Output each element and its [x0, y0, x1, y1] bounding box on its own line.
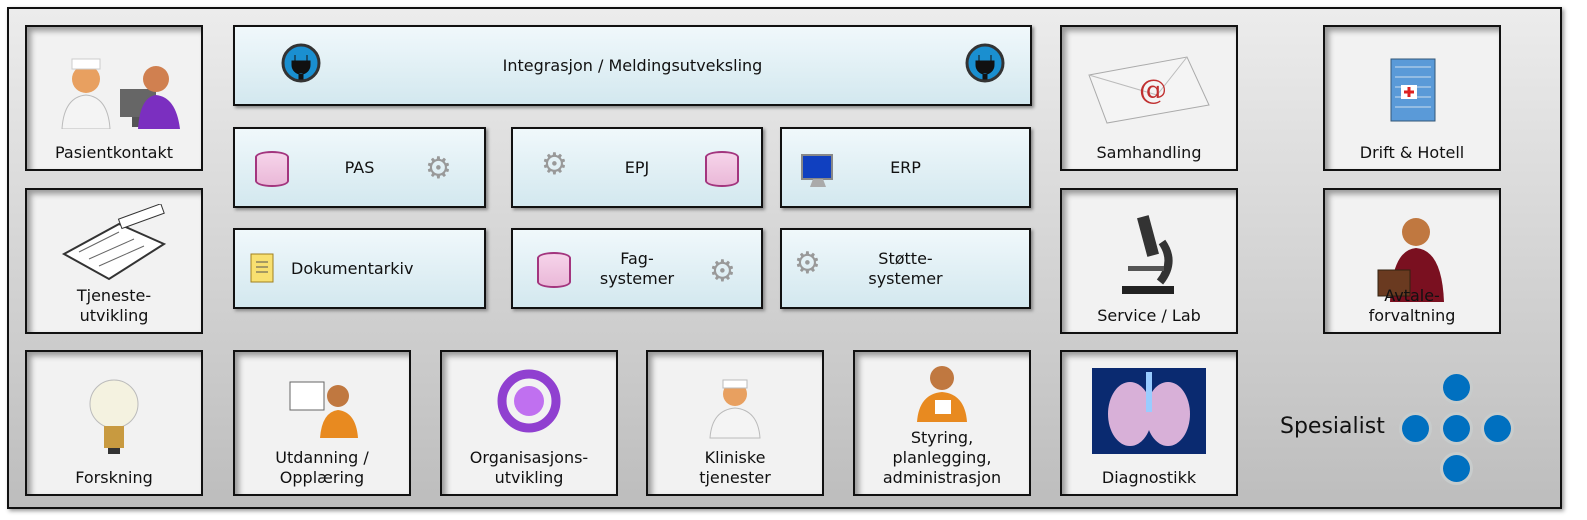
teacher-icon [289, 381, 358, 438]
tile-label: Kliniske tjenester [699, 448, 771, 487]
tile-forskning[interactable]: Forskning [25, 350, 203, 496]
dot-icon [1402, 415, 1429, 442]
tile-label: Tjeneste- utvikling [76, 286, 152, 325]
tile-label: Diagnostikk [1101, 468, 1197, 487]
tile-service-lab[interactable]: Service / Lab [1060, 188, 1238, 334]
plug-icon [965, 43, 1005, 83]
lightbulb-icon [89, 379, 139, 454]
system-erp[interactable]: ERP [780, 127, 1031, 208]
surgeon-icon [709, 379, 761, 439]
tile-label: Utdanning / Opplæring [275, 448, 369, 487]
tile-label: Organisasjons- utvikling [469, 448, 589, 487]
system-label: ERP [890, 157, 921, 177]
plug-icon [281, 43, 321, 83]
tile-pasientkontakt[interactable]: Pasientkontakt [25, 25, 203, 171]
dot-icon [1443, 455, 1470, 482]
tile-drift-hotell[interactable]: Drift & Hotell [1323, 25, 1501, 171]
tile-label: Forskning [75, 468, 153, 487]
system-label: PAS [344, 157, 375, 177]
system-label: Dokumentarkiv [291, 258, 414, 278]
administrator-icon [917, 366, 967, 422]
system-dokumentarkiv[interactable]: Dokumentarkiv [233, 228, 486, 309]
lungs-xray-icon [1092, 368, 1206, 454]
integration-label: Integrasjon / Meldingsutveksling [502, 55, 763, 75]
system-label: Støtte- systemer [868, 248, 943, 288]
tile-samhandling[interactable]: @ Samhandling [1060, 25, 1238, 171]
microscope-icon [1122, 215, 1174, 294]
document-icon [250, 253, 274, 283]
tile-organisasjon[interactable]: Organisasjons- utvikling [440, 350, 618, 496]
gears-icon: ⚙ [709, 254, 736, 289]
tile-kliniske[interactable]: Kliniske tjenester [646, 350, 824, 496]
svg-text:@: @ [1139, 73, 1167, 106]
dot-icon [1484, 415, 1511, 442]
tile-avtaleforvaltning[interactable]: Avtale- forvaltning [1323, 188, 1501, 334]
tile-label: Styring, planlegging, administrasjon [882, 428, 1002, 487]
gears-icon: ⚙ [541, 147, 568, 182]
hospital-building-icon [1390, 58, 1436, 122]
dot-icon [1443, 374, 1470, 401]
integration-bar[interactable]: Integrasjon / Meldingsutveksling [233, 25, 1032, 106]
tile-label: Avtale- forvaltning [1368, 286, 1456, 325]
tile-styring[interactable]: Styring, planlegging, administrasjon [853, 350, 1031, 496]
tile-diagnostikk[interactable]: Diagnostikk [1060, 350, 1238, 496]
doctor-and-operator-icon [61, 58, 180, 129]
tile-label: Service / Lab [1097, 306, 1201, 325]
system-stottesystemer[interactable]: ⚙ Støtte- systemer [780, 228, 1031, 309]
blueprint-icon [61, 204, 167, 281]
specialist-label: Spesialist [1280, 414, 1385, 439]
tile-label: Pasientkontakt [54, 143, 173, 162]
system-label: EPJ [624, 157, 650, 177]
cycle-icon [497, 369, 561, 433]
system-fagsystemer[interactable]: Fag- systemer ⚙ [511, 228, 763, 309]
database-icon [255, 151, 289, 187]
system-label: Fag- systemer [599, 248, 675, 288]
database-icon [537, 252, 571, 288]
monitor-icon [801, 154, 833, 187]
gears-icon: ⚙ [794, 246, 821, 281]
system-pas[interactable]: PAS ⚙ [233, 127, 486, 208]
tile-label: Drift & Hotell [1359, 143, 1465, 162]
dot-icon [1443, 415, 1470, 442]
gears-icon: ⚙ [425, 151, 452, 186]
tile-tjenesteutvikling[interactable]: Tjeneste- utvikling [25, 188, 203, 334]
tile-utdanning[interactable]: Utdanning / Opplæring [233, 350, 411, 496]
database-icon [705, 151, 739, 187]
tile-label: Samhandling [1096, 143, 1202, 162]
system-epj[interactable]: ⚙ EPJ [511, 127, 763, 208]
email-envelope-icon: @ [1088, 56, 1210, 124]
